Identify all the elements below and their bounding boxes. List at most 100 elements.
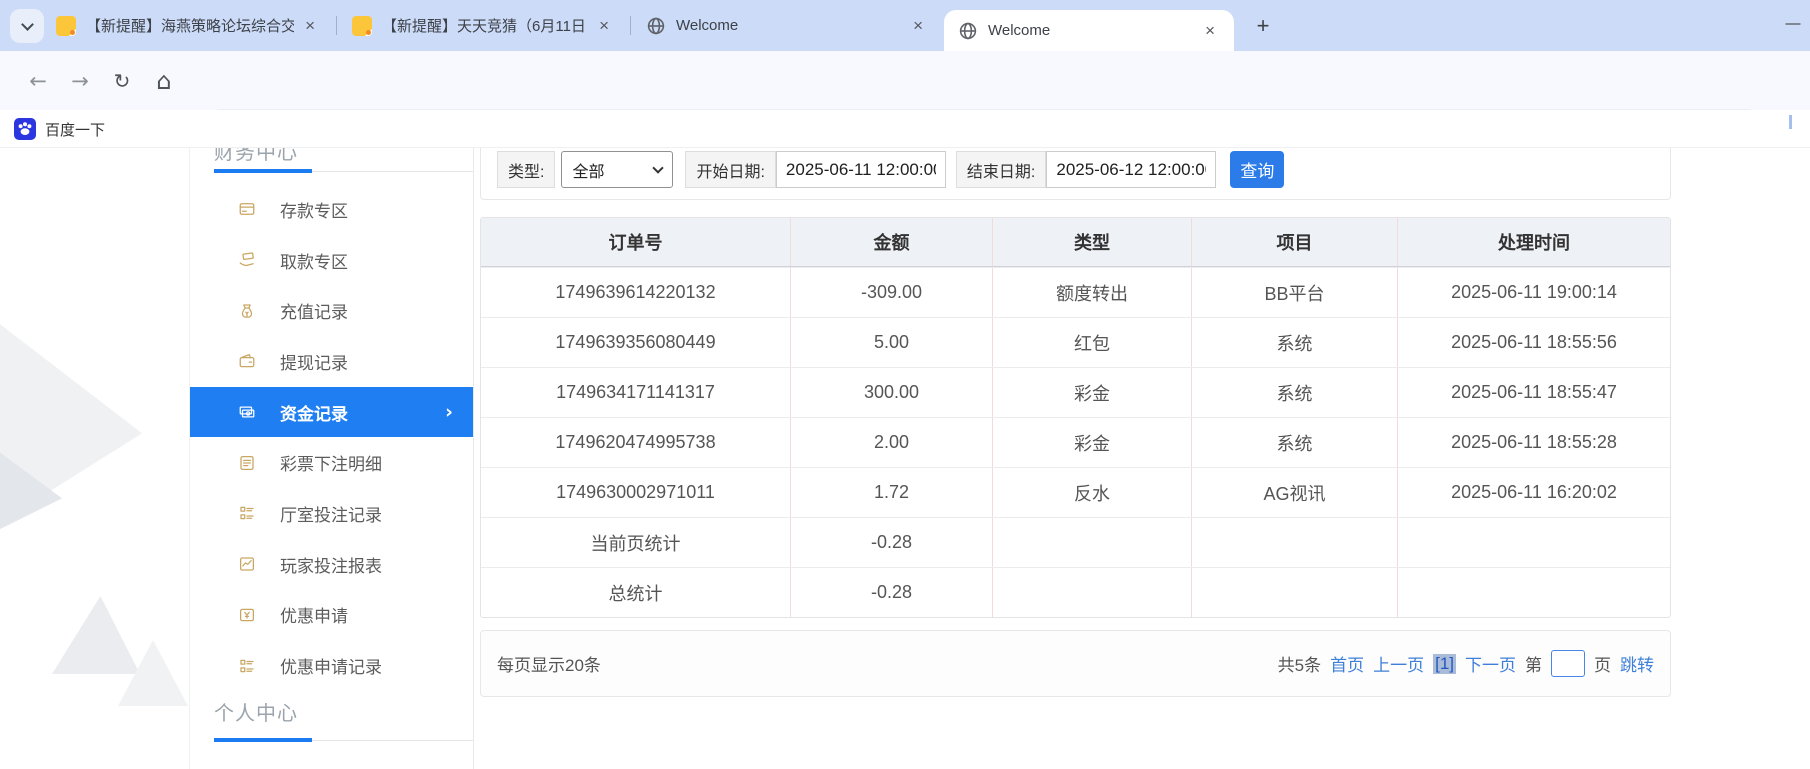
bookmarks-bar: 百度一下 (0, 110, 1810, 148)
pagination-controls: 共5条 首页 上一页 [1] 下一页 第 页 跳转 (1278, 650, 1654, 677)
funds-record-table: 订单号 金额 类型 项目 处理时间 1749639614220132 -309.… (480, 217, 1671, 618)
amount: -0.28 (791, 568, 993, 617)
forward-button[interactable]: → (64, 65, 96, 97)
globe-icon (646, 16, 666, 36)
order-no: 1749639356080449 (481, 318, 791, 367)
summary-label: 当前页统计 (481, 518, 791, 567)
filter-bar: 类型: 全部 开始日期: 结束日期: 查询 (480, 148, 1671, 200)
sidebar-item-withdraw[interactable]: 取款专区 (190, 235, 473, 286)
sidebar-section-personal: 个人中心 (214, 697, 298, 726)
time: 2025-06-11 16:20:02 (1398, 468, 1670, 517)
sidebar-item-label: 充值记录 (280, 298, 348, 323)
total-count-text: 共5条 (1278, 651, 1321, 676)
end-date-input[interactable] (1046, 151, 1216, 188)
sidebar-item-label: 优惠申请 (280, 602, 348, 627)
sidebar-item-player-bet-report[interactable]: 玩家投注报表 (190, 539, 473, 590)
type: 彩金 (993, 418, 1192, 467)
tab-title: Welcome (988, 22, 1194, 39)
project: 系统 (1192, 318, 1398, 367)
sidebar-item-lottery-bet-detail[interactable]: 彩票下注明细 (190, 437, 473, 488)
tab-search-button[interactable] (10, 9, 44, 43)
sidebar-item-label: 玩家投注报表 (280, 552, 382, 577)
type-label: 类型: (497, 151, 555, 188)
time (1398, 568, 1670, 617)
sidebar-section-finance: 财务中心 (214, 148, 298, 165)
time: 2025-06-11 18:55:56 (1398, 318, 1670, 367)
time: 2025-06-11 18:55:47 (1398, 368, 1670, 417)
baidu-paw-icon (14, 118, 36, 140)
sidebar-item-label: 存款专区 (280, 197, 348, 222)
sidebar-item-promo-record[interactable]: 优惠申请记录 (190, 640, 473, 691)
table-row-page-summary: 当前页统计 -0.28 (481, 517, 1670, 567)
type-select-value: 全部 (572, 158, 604, 182)
amount: -0.28 (791, 518, 993, 567)
next-page-link[interactable]: 下一页 (1465, 651, 1516, 676)
page-content: 财务中心 存款专区 取款专区 充值记录 提现记录 资金记录 › (0, 148, 1810, 769)
back-button[interactable]: ← (22, 65, 54, 97)
order-no: 1749630002971011 (481, 468, 791, 517)
sidebar-item-deposit[interactable]: 存款专区 (190, 184, 473, 235)
forum-favicon (352, 16, 372, 36)
table-row: 1749639614220132 -309.00 额度转出 BB平台 2025-… (481, 267, 1670, 317)
jump-button[interactable]: 跳转 (1620, 651, 1654, 676)
sidebar-item-room-bet-record[interactable]: 厅室投注记录 (190, 488, 473, 539)
amount: -309.00 (791, 268, 993, 317)
prev-page-link[interactable]: 上一页 (1373, 651, 1424, 676)
sidebar-menu: 存款专区 取款专区 充值记录 提现记录 资金记录 › 彩票下注明细 (190, 184, 473, 691)
document-list-icon (238, 454, 256, 472)
tab-tiantian-guess[interactable]: 【新提醒】天天竞猜（6月11日 × (344, 0, 622, 51)
tab-strip: 【新提醒】海燕策略论坛综合交 × 【新提醒】天天竞猜（6月11日 × Welco… (0, 0, 1810, 51)
window-minimize-button[interactable]: — (1778, 8, 1808, 38)
column-header-order: 订单号 (481, 218, 791, 266)
banknotes-icon (238, 403, 256, 421)
sidebar-item-withdrawal-record[interactable]: 提现记录 (190, 336, 473, 387)
project (1192, 518, 1398, 567)
start-date-group: 开始日期: (685, 151, 945, 188)
sidebar-item-promo-apply[interactable]: 优惠申请 (190, 590, 473, 641)
new-tab-button[interactable]: + (1248, 11, 1278, 41)
tab-divider (336, 16, 337, 35)
background-decoration (52, 596, 140, 674)
tab-title: 【新提醒】天天竞猜（6月11日 (382, 15, 588, 36)
order-no: 1749634171141317 (481, 368, 791, 417)
sidebar-item-recharge-record[interactable]: 充值记录 (190, 285, 473, 336)
close-icon[interactable]: × (1200, 21, 1220, 41)
home-button[interactable]: ⌂ (148, 65, 180, 97)
tab-divider (630, 16, 631, 35)
close-icon[interactable]: × (908, 16, 928, 36)
type: 反水 (993, 468, 1192, 517)
first-page-link[interactable]: 首页 (1330, 651, 1364, 676)
bookmark-baidu[interactable]: 百度一下 (14, 114, 105, 144)
jump-page-input[interactable] (1551, 650, 1585, 677)
close-icon[interactable]: × (594, 16, 614, 36)
pagination-bar: 每页显示20条 共5条 首页 上一页 [1] 下一页 第 页 跳转 (480, 630, 1671, 697)
type-filter-group: 类型: 全部 (497, 151, 673, 188)
list-icon (238, 504, 256, 522)
current-page-indicator: [1] (1433, 654, 1456, 674)
wallet-icon (238, 352, 256, 370)
start-date-input[interactable] (776, 151, 946, 188)
project: 系统 (1192, 368, 1398, 417)
project (1192, 568, 1398, 617)
sidebar-item-label: 彩票下注明细 (280, 450, 382, 475)
type-select[interactable]: 全部 (561, 151, 673, 188)
project: AG视讯 (1192, 468, 1398, 517)
table-row: 1749620474995738 2.00 彩金 系统 2025-06-11 1… (481, 417, 1670, 467)
forum-favicon (56, 16, 76, 36)
time (1398, 518, 1670, 567)
type (993, 518, 1192, 567)
reload-button[interactable]: ↻ (106, 65, 138, 97)
tab-welcome-active[interactable]: Welcome × (944, 10, 1234, 51)
close-icon[interactable]: × (300, 16, 320, 36)
type: 彩金 (993, 368, 1192, 417)
search-button[interactable]: 查询 (1230, 151, 1284, 188)
sidebar-item-funds-record[interactable]: 资金记录 › (190, 387, 473, 438)
coupon-icon (238, 606, 256, 624)
tab-welcome-1[interactable]: Welcome × (638, 0, 936, 51)
type: 额度转出 (993, 268, 1192, 317)
chart-report-icon (238, 555, 256, 573)
money-bag-icon (238, 302, 256, 320)
table-row: 1749634171141317 300.00 彩金 系统 2025-06-11… (481, 367, 1670, 417)
chevron-right-icon: › (445, 401, 453, 423)
tab-haiyan-forum[interactable]: 【新提醒】海燕策略论坛综合交 × (48, 0, 328, 51)
